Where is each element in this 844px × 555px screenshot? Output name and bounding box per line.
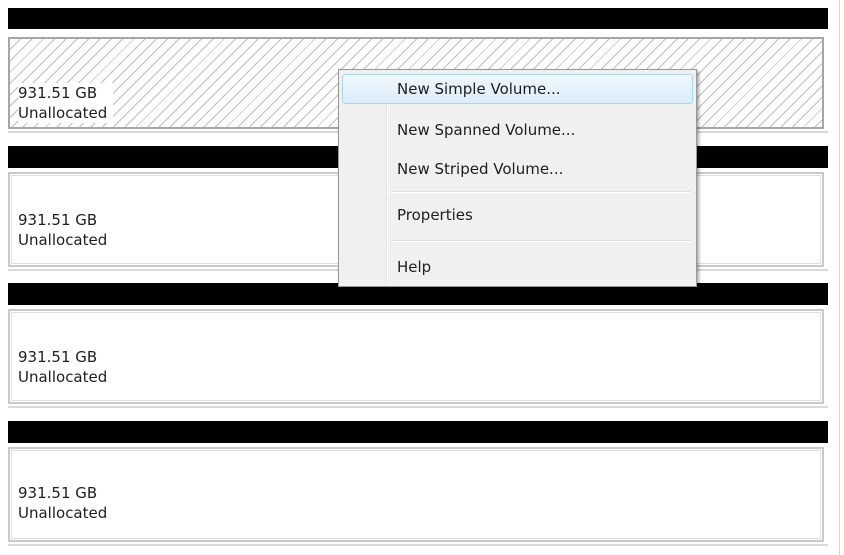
context-menu: New Simple Volume... New Spanned Volume.… — [338, 69, 697, 287]
partition-size: 931.51 GB — [18, 348, 98, 366]
menu-item-properties[interactable]: Properties — [342, 200, 693, 230]
disk-row-3: 931.51 GB Unallocated — [8, 283, 828, 405]
menu-separator — [391, 240, 691, 242]
partition-status: Unallocated — [18, 231, 108, 249]
partition-label: 931.51 GB Unallocated — [18, 347, 107, 387]
menu-item-new-spanned-volume[interactable]: New Spanned Volume... — [342, 115, 693, 145]
disk-divider — [8, 406, 828, 408]
partition-status: Unallocated — [18, 104, 108, 122]
partition-size: 931.51 GB — [18, 484, 98, 502]
partition-size: 931.51 GB — [18, 211, 98, 229]
disk-divider — [8, 544, 828, 546]
partition-status: Unallocated — [18, 504, 108, 522]
partition-label: 931.51 GB Unallocated — [18, 483, 107, 523]
menu-item-new-striped-volume[interactable]: New Striped Volume... — [342, 154, 693, 184]
partition-status: Unallocated — [18, 368, 108, 386]
partition-label: 931.51 GB Unallocated — [18, 83, 114, 123]
partition-label: 931.51 GB Unallocated — [18, 210, 107, 250]
panel-right-border — [839, 0, 840, 555]
menu-item-new-simple-volume[interactable]: New Simple Volume... — [342, 74, 693, 104]
disk-header-bar — [8, 421, 828, 443]
disk-header-bar — [8, 8, 828, 29]
menu-item-help[interactable]: Help — [342, 252, 693, 282]
menu-separator — [391, 191, 691, 193]
disk-row-4: 931.51 GB Unallocated — [8, 421, 828, 543]
unallocated-partition[interactable]: 931.51 GB Unallocated — [8, 447, 824, 542]
unallocated-partition[interactable]: 931.51 GB Unallocated — [8, 309, 824, 404]
partition-size: 931.51 GB — [18, 84, 98, 102]
